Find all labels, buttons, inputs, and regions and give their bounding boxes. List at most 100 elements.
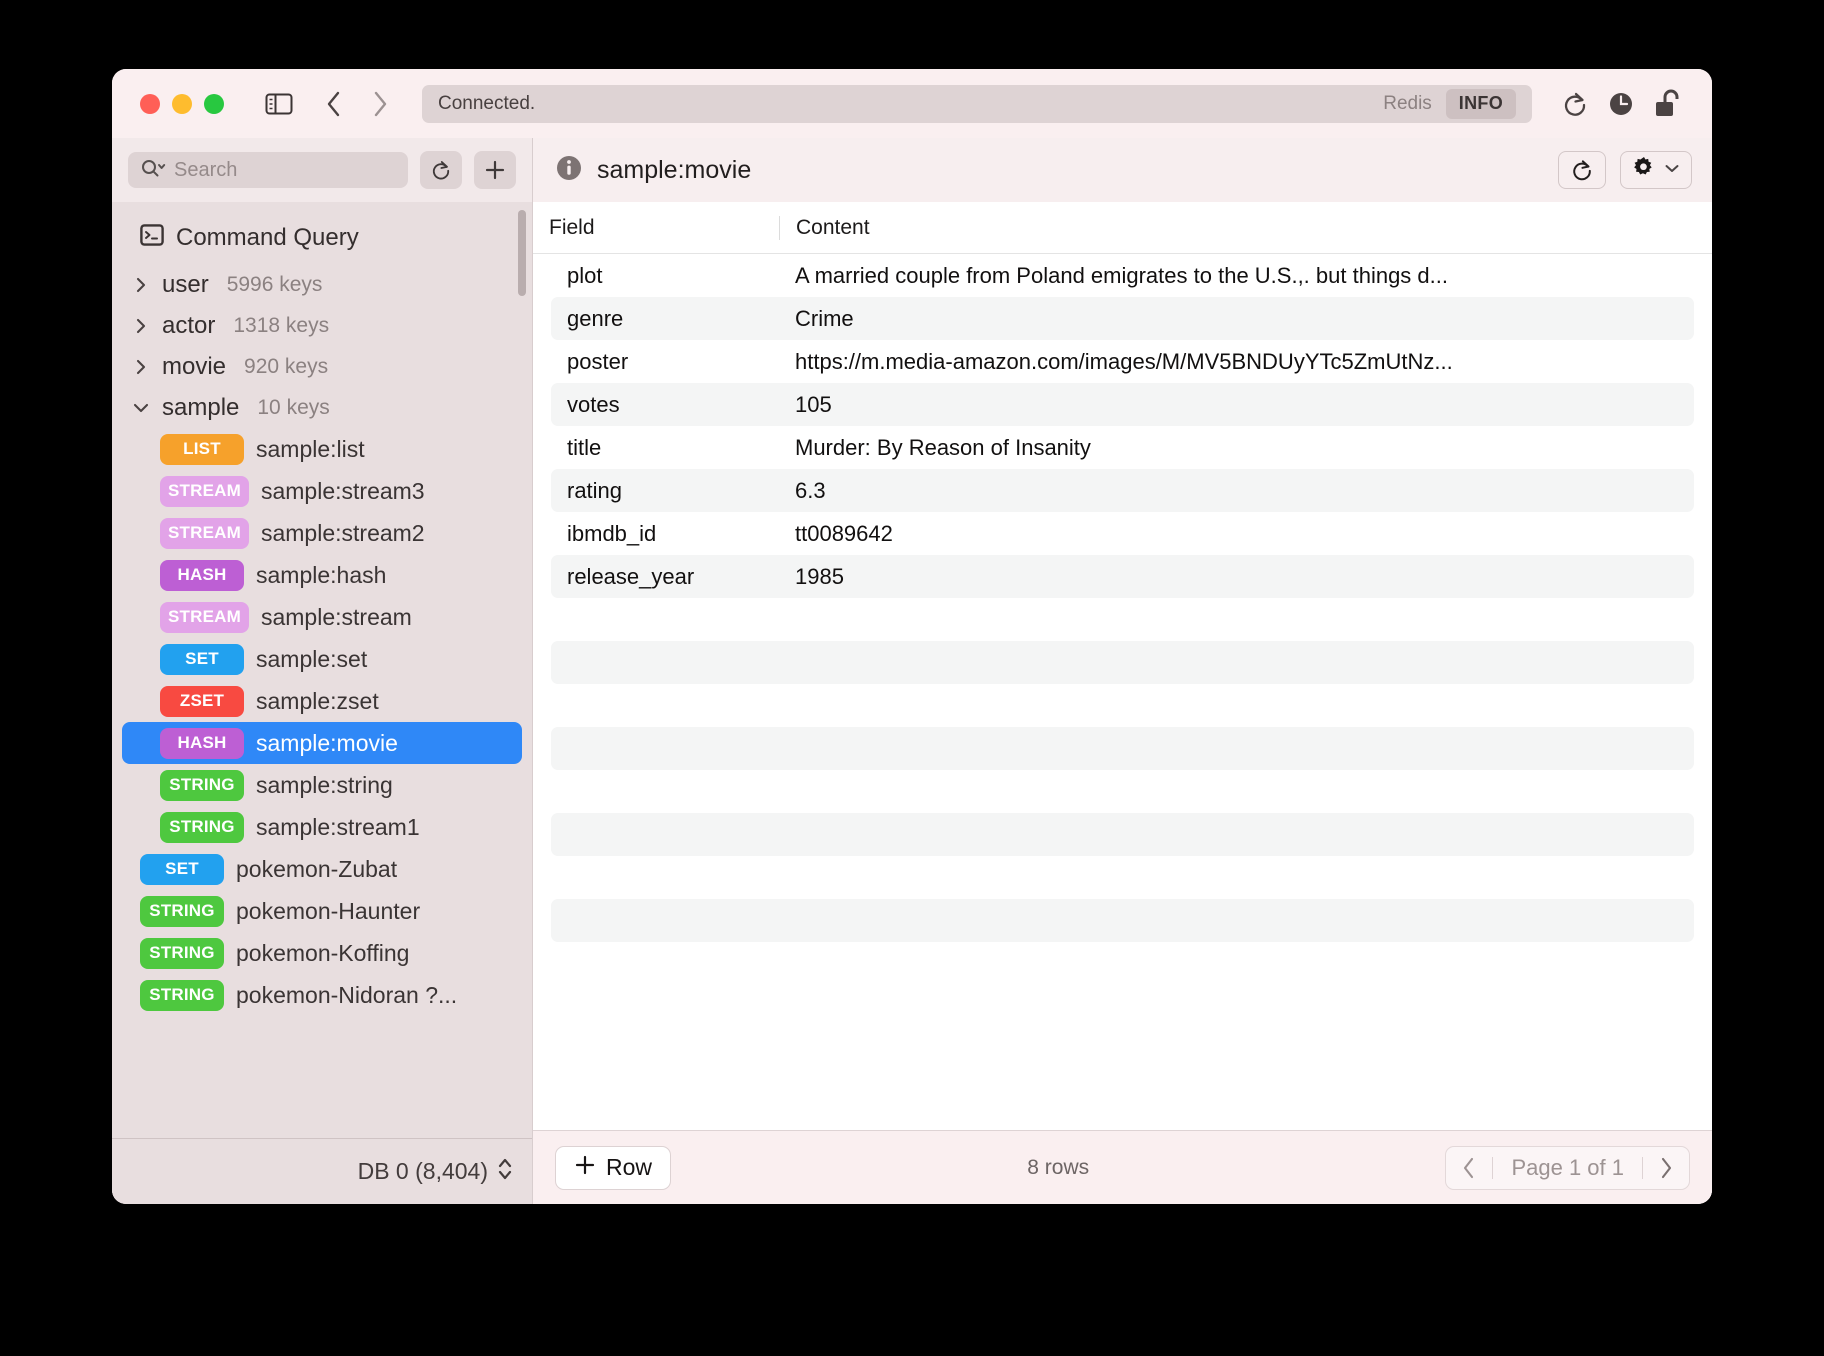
- chevron-right-icon[interactable]: [130, 275, 152, 295]
- refresh-icon[interactable]: [1552, 82, 1598, 126]
- list-item[interactable]: STRING sample:stream1: [122, 806, 522, 848]
- list-item[interactable]: STREAM sample:stream2: [122, 512, 522, 554]
- cell-field[interactable]: poster: [551, 349, 779, 375]
- key-name: sample:hash: [256, 561, 387, 588]
- table-row[interactable]: title Murder: By Reason of Insanity: [551, 426, 1694, 469]
- chevron-down-icon: [1663, 161, 1681, 180]
- hash-table[interactable]: Field Content plot A married couple from …: [533, 202, 1712, 1130]
- cell-content[interactable]: A married couple from Poland emigrates t…: [779, 263, 1694, 289]
- cell-content[interactable]: Murder: By Reason of Insanity: [779, 435, 1694, 461]
- list-item[interactable]: STRING sample:string: [122, 764, 522, 806]
- list-item[interactable]: STREAM sample:stream3: [122, 470, 522, 512]
- column-header-content[interactable]: Content: [779, 215, 1690, 240]
- close-button[interactable]: [140, 93, 160, 114]
- cell-content[interactable]: tt0089642: [779, 521, 1694, 547]
- page-title: sample:movie: [597, 155, 752, 184]
- chevron-right-icon[interactable]: [130, 357, 152, 377]
- table-row[interactable]: genre Crime: [551, 297, 1694, 340]
- chevron-right-icon[interactable]: [130, 316, 152, 336]
- row-count-label: 8 rows: [1027, 1155, 1090, 1179]
- prev-page-button[interactable]: [1446, 1156, 1492, 1180]
- table-row[interactable]: poster https://m.media-amazon.com/images/…: [551, 340, 1694, 383]
- table-header-row: Field Content: [533, 202, 1712, 254]
- type-badge: STREAM: [160, 517, 249, 549]
- add-key-button[interactable]: [474, 151, 516, 189]
- detail-panel: sample:movie Field Content plot A marrie…: [532, 138, 1712, 1204]
- cell-content[interactable]: 105: [779, 392, 1694, 418]
- clock-icon[interactable]: [1598, 82, 1644, 126]
- sidebar-refresh-button[interactable]: [420, 151, 462, 189]
- cell-field[interactable]: release_year: [551, 564, 779, 590]
- list-item[interactable]: STRING pokemon-Nidoran ?...: [122, 974, 522, 1016]
- key-name: pokemon-Koffing: [236, 939, 410, 966]
- table-row[interactable]: rating 6.3: [551, 469, 1694, 512]
- key-group-user[interactable]: user 5996 keys: [112, 264, 532, 305]
- table-row[interactable]: votes 105: [551, 383, 1694, 426]
- chevron-down-icon[interactable]: [130, 398, 152, 418]
- key-name: sample:zset: [256, 687, 379, 714]
- cell-content[interactable]: Crime: [779, 306, 1694, 332]
- cell-field[interactable]: genre: [551, 306, 779, 332]
- command-query-item[interactable]: Command Query: [112, 212, 532, 264]
- cell-field[interactable]: plot: [551, 263, 779, 289]
- list-item[interactable]: STRING pokemon-Koffing: [122, 932, 522, 974]
- table-row[interactable]: plot A married couple from Poland emigrat…: [551, 254, 1694, 297]
- key-group-sample[interactable]: sample 10 keys: [112, 387, 532, 428]
- type-badge: STREAM: [160, 475, 249, 507]
- key-name: sample:stream2: [260, 519, 425, 546]
- detail-refresh-button[interactable]: [1558, 151, 1606, 189]
- cell-content[interactable]: 6.3: [779, 478, 1694, 504]
- stepper-icon[interactable]: [496, 1155, 514, 1188]
- list-item[interactable]: STREAM sample:stream: [122, 596, 522, 638]
- maximize-button[interactable]: [204, 93, 224, 114]
- table-row-empty: [551, 899, 1694, 942]
- db-selector[interactable]: DB 0 (8,404): [112, 1138, 532, 1204]
- add-row-button[interactable]: Row: [555, 1145, 672, 1190]
- table-row[interactable]: release_year 1985: [551, 555, 1694, 598]
- detail-footer: Row 8 rows Page 1 of 1: [533, 1130, 1712, 1204]
- search-icon: [140, 158, 166, 183]
- cell-content[interactable]: https://m.media-amazon.com/images/M/MV5B…: [779, 349, 1694, 375]
- table-row-empty: [551, 684, 1694, 727]
- list-item[interactable]: SET sample:set: [122, 638, 522, 680]
- minimize-button[interactable]: [172, 93, 192, 114]
- info-badge[interactable]: INFO: [1445, 88, 1516, 119]
- next-page-button[interactable]: [1643, 1156, 1689, 1180]
- type-badge: SET: [160, 643, 244, 675]
- list-item[interactable]: ZSET sample:zset: [122, 680, 522, 722]
- list-item[interactable]: HASH sample:hash: [122, 554, 522, 596]
- cell-field[interactable]: rating: [551, 478, 779, 504]
- list-item[interactable]: LIST sample:list: [122, 428, 522, 470]
- settings-dropdown-button[interactable]: [1620, 151, 1692, 189]
- cell-field[interactable]: title: [551, 435, 779, 461]
- key-group-movie[interactable]: movie 920 keys: [112, 346, 532, 387]
- list-item[interactable]: SET pokemon-Zubat: [122, 848, 522, 890]
- search-input[interactable]: Search: [128, 152, 408, 188]
- sidebar-scrollbar[interactable]: [518, 210, 526, 296]
- cell-field[interactable]: ibmdb_id: [551, 521, 779, 547]
- key-name: sample:stream: [260, 603, 412, 630]
- forward-button[interactable]: [370, 90, 390, 118]
- key-name: sample:string: [256, 771, 393, 798]
- connection-status-field[interactable]: Connected. Redis INFO: [422, 84, 1532, 123]
- type-badge: STRING: [140, 979, 224, 1011]
- back-button[interactable]: [324, 90, 344, 118]
- key-tree[interactable]: Command Query user 5996 keys actor 1318 key…: [112, 202, 532, 1138]
- key-group-label: sample: [162, 393, 240, 421]
- cell-field[interactable]: votes: [551, 392, 779, 418]
- table-row-empty: [551, 856, 1694, 899]
- app-window: Connected. Redis INFO Search Command Que…: [112, 69, 1712, 1204]
- list-item[interactable]: HASH sample:movie: [122, 722, 522, 764]
- info-icon[interactable]: [555, 154, 583, 187]
- column-header-field[interactable]: Field: [533, 216, 779, 240]
- unlocked-padlock-icon[interactable]: [1644, 82, 1690, 126]
- table-row-empty: [551, 770, 1694, 813]
- table-row[interactable]: ibmdb_id tt0089642: [551, 512, 1694, 555]
- key-group-count: 920 keys: [244, 354, 329, 378]
- cell-content[interactable]: 1985: [779, 564, 1694, 590]
- key-name: sample:list: [256, 435, 365, 462]
- type-badge: STRING: [140, 937, 224, 969]
- key-group-actor[interactable]: actor 1318 keys: [112, 305, 532, 346]
- sidebar-toggle-icon[interactable]: [264, 92, 294, 116]
- list-item[interactable]: STRING pokemon-Haunter: [122, 890, 522, 932]
